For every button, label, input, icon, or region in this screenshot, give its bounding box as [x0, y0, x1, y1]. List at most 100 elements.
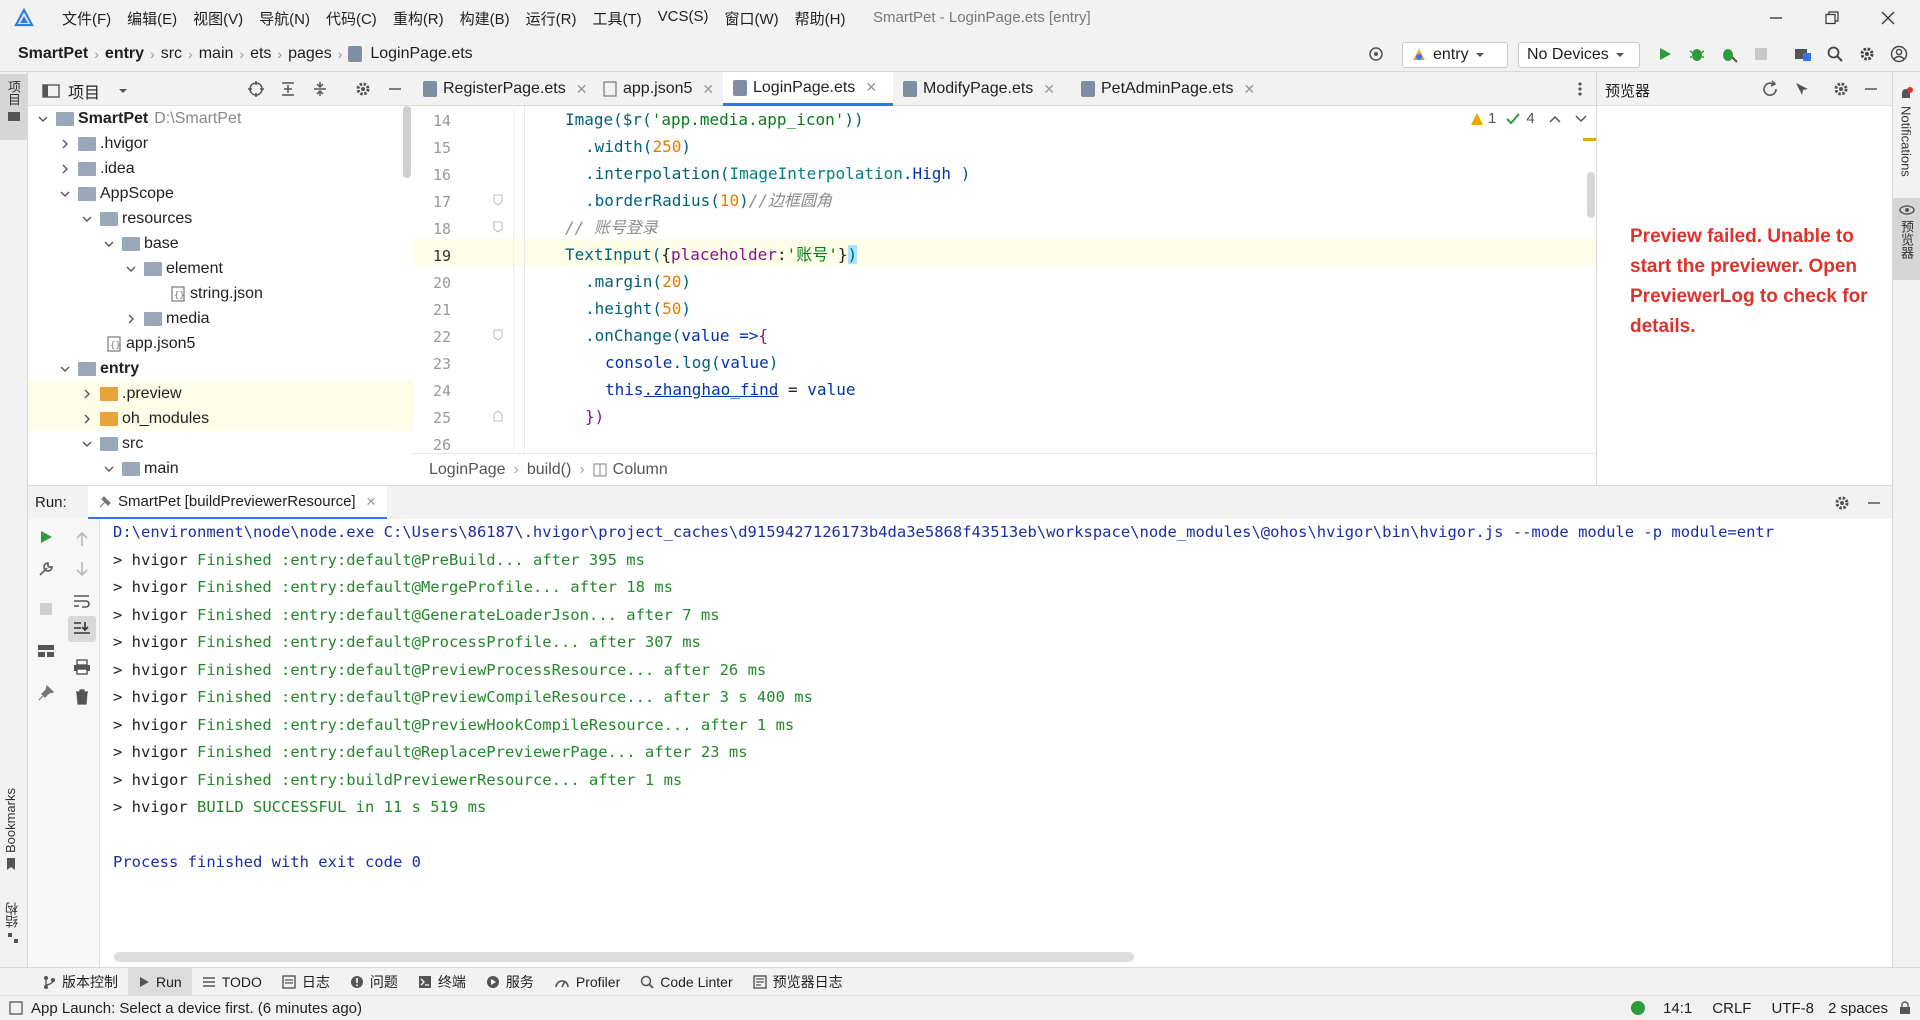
gear-icon[interactable] — [1831, 79, 1851, 99]
close-tab-icon[interactable]: ✕ — [702, 81, 714, 98]
hide-panel-icon[interactable] — [1864, 493, 1884, 513]
menu-file[interactable]: 文件(F) — [54, 8, 119, 29]
menu-refactor[interactable]: 重构(R) — [385, 8, 452, 29]
expand-all-icon[interactable] — [278, 79, 298, 99]
menu-help[interactable]: 帮助(H) — [787, 8, 854, 29]
tab-petadminpage[interactable]: PetAdminPage.ets ✕ — [1071, 72, 1261, 106]
collapse-all-icon[interactable] — [310, 79, 330, 99]
tool-log[interactable]: 日志 — [272, 968, 340, 996]
tool-services[interactable]: 服务 — [476, 968, 544, 996]
breadcrumb-module[interactable]: entry — [101, 45, 148, 63]
arrow-up-icon[interactable] — [72, 529, 92, 549]
project-tool-button[interactable]: 项目 — [0, 74, 27, 140]
tab-registerpage[interactable]: RegisterPage.ets ✕ — [413, 72, 593, 106]
tool-run[interactable]: Run — [128, 967, 192, 996]
close-tab-icon[interactable]: ✕ — [576, 81, 588, 98]
tree-item-element[interactable]: element — [28, 256, 413, 281]
breadcrumb-project[interactable]: SmartPet — [14, 45, 92, 63]
menu-vcs[interactable]: VCS(S) — [650, 8, 717, 29]
warning-stripe[interactable] — [1583, 138, 1596, 141]
tree-item-preview[interactable]: .preview — [28, 381, 413, 406]
crumb-loginpage[interactable]: LoginPage — [429, 461, 506, 479]
restore-button[interactable] — [1804, 0, 1860, 36]
tree-item-media[interactable]: media — [28, 306, 413, 331]
inspection-widget[interactable]: 1 4 — [1470, 110, 1587, 127]
run-config-tab[interactable]: SmartPet [buildPreviewerResource] ✕ — [88, 486, 387, 520]
breadcrumb-pages[interactable]: pages — [284, 45, 336, 63]
tool-problems[interactable]: 问题 — [340, 968, 408, 996]
attach-debugger-icon[interactable] — [1719, 44, 1739, 64]
search-icon[interactable] — [1825, 44, 1845, 64]
tool-code-linter[interactable]: Code Linter — [630, 968, 742, 996]
tree-item-src[interactable]: src — [28, 431, 413, 456]
fold-marker-icon[interactable] — [493, 410, 503, 422]
more-tabs-icon[interactable] — [1570, 79, 1590, 99]
file-encoding[interactable]: UTF-8 — [1771, 1000, 1814, 1017]
project-view-select[interactable]: 项目 — [42, 79, 128, 103]
target-icon[interactable] — [1366, 44, 1386, 64]
breadcrumb-file[interactable]: LoginPage.ets — [366, 45, 476, 63]
lock-icon[interactable] — [1898, 1001, 1912, 1015]
inspector-icon[interactable] — [1792, 79, 1812, 99]
tree-item-main[interactable]: main — [28, 456, 413, 481]
line-separator[interactable]: CRLF — [1712, 1000, 1751, 1017]
status-message[interactable]: App Launch: Select a device first. (6 mi… — [31, 1000, 362, 1017]
tool-profiler[interactable]: Profiler — [544, 968, 630, 996]
minimize-button[interactable] — [1748, 0, 1804, 36]
indent-setting[interactable]: 2 spaces — [1828, 1000, 1888, 1017]
breadcrumb-ets[interactable]: ets — [246, 45, 275, 63]
layout-icon[interactable] — [36, 641, 56, 661]
menu-edit[interactable]: 编辑(E) — [119, 8, 185, 29]
print-icon[interactable] — [72, 657, 92, 677]
module-select[interactable]: entry — [1402, 42, 1508, 68]
status-toggle-icon[interactable] — [9, 1001, 23, 1015]
tree-item-idea[interactable]: .idea — [28, 156, 413, 181]
fold-marker-icon[interactable] — [493, 329, 503, 341]
tree-item-entry[interactable]: entry — [28, 356, 413, 381]
menu-view[interactable]: 视图(V) — [185, 8, 251, 29]
previewer-tool-button[interactable]: 预览器 — [1893, 198, 1920, 280]
gear-icon[interactable] — [353, 79, 373, 99]
soft-wrap-icon[interactable] — [72, 591, 92, 611]
menu-code[interactable]: 代码(C) — [318, 8, 385, 29]
tool-previewer-log[interactable]: 预览器日志 — [743, 968, 853, 996]
trash-icon[interactable] — [72, 687, 92, 707]
tree-item-app-json5[interactable]: {} app.json5 — [28, 331, 413, 356]
tree-item-appscope[interactable]: AppScope — [28, 181, 413, 206]
tree-item-base[interactable]: base — [28, 231, 413, 256]
hide-panel-icon[interactable] — [1861, 79, 1881, 99]
tool-todo[interactable]: TODO — [192, 968, 272, 996]
refresh-icon[interactable] — [1760, 79, 1780, 99]
menu-window[interactable]: 窗口(W) — [716, 8, 786, 29]
caret-position[interactable]: 14:1 — [1663, 1000, 1692, 1017]
status-ok-icon[interactable] — [1631, 1001, 1646, 1015]
bookmarks-tool-button[interactable]: Bookmarks — [3, 788, 18, 871]
editor-scrollbar[interactable] — [1587, 172, 1595, 218]
arrow-down-icon[interactable] — [72, 559, 92, 579]
tab-app-json5[interactable]: app.json5 ✕ — [593, 72, 723, 106]
tool-version-control[interactable]: 版本控制 — [32, 968, 128, 996]
tree-item-smartpet[interactable]: SmartPet D:\SmartPet — [28, 106, 413, 131]
fold-marker-icon[interactable] — [493, 221, 503, 233]
close-tab-icon[interactable]: ✕ — [865, 79, 877, 96]
tab-modifypage[interactable]: ModifyPage.ets ✕ — [893, 72, 1071, 106]
run-console[interactable]: D:\environment\node\node.exe C:\Users\86… — [100, 519, 1892, 967]
hide-panel-icon[interactable] — [385, 79, 405, 99]
menu-run[interactable]: 运行(R) — [518, 8, 585, 29]
settings-gear-icon[interactable] — [1857, 44, 1877, 64]
pin-icon[interactable] — [36, 683, 56, 703]
gear-icon[interactable] — [1832, 493, 1852, 513]
stop-icon[interactable] — [36, 599, 56, 619]
tool-terminal[interactable]: 终端 — [408, 968, 476, 996]
project-structure-icon[interactable] — [1793, 44, 1813, 64]
crumb-column[interactable]: Column — [613, 461, 668, 479]
close-tab-icon[interactable]: ✕ — [1043, 81, 1055, 98]
debug-icon[interactable] — [1687, 44, 1707, 64]
close-tab-icon[interactable]: ✕ — [366, 494, 377, 510]
tree-item-string-json[interactable]: {} string.json — [28, 281, 413, 306]
close-window-button[interactable] — [1860, 0, 1916, 36]
breadcrumb-src[interactable]: src — [157, 45, 186, 63]
rerun-icon[interactable] — [36, 527, 56, 547]
tree-item-oh-modules[interactable]: oh_modules — [28, 406, 413, 431]
tree-item-resources[interactable]: resources — [28, 206, 413, 231]
